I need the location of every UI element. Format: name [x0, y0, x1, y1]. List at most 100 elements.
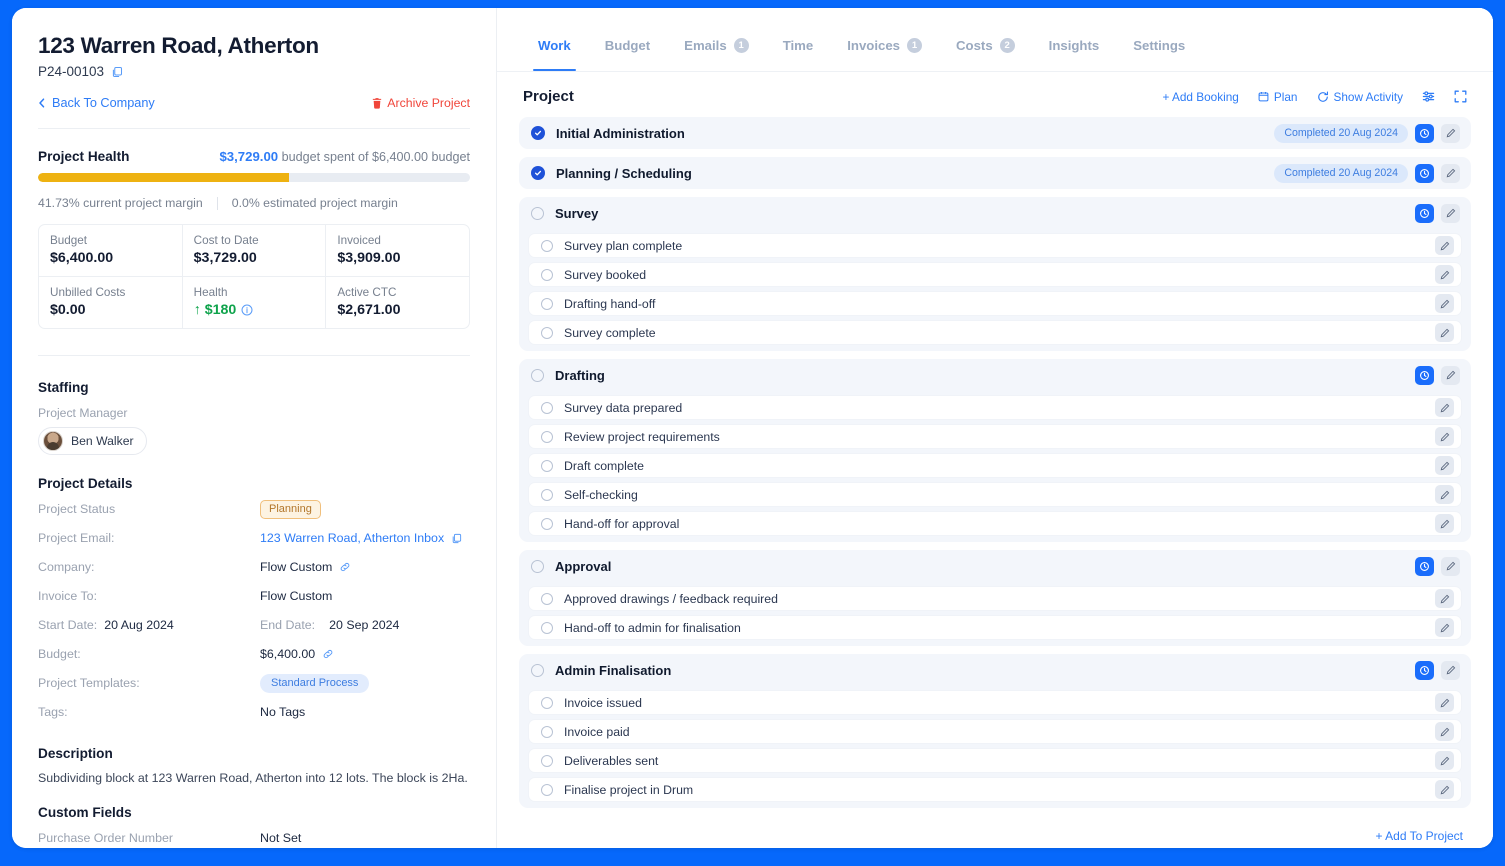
show-activity-button[interactable]: Show Activity	[1317, 90, 1403, 104]
edit-pencil-icon[interactable]	[1435, 780, 1454, 799]
task-row[interactable]: Approved drawings / feedback required	[528, 586, 1462, 611]
task-row[interactable]: Self-checking	[528, 482, 1462, 507]
tab-invoices[interactable]: Invoices 1	[830, 8, 939, 71]
checkbox-unchecked-icon[interactable]	[541, 488, 553, 501]
edit-pencil-icon[interactable]	[1441, 203, 1460, 223]
edit-pencil-icon[interactable]	[1435, 618, 1454, 637]
work-group-header[interactable]: Initial Administration Completed 20 Aug 2…	[519, 117, 1471, 149]
project-manager-chip[interactable]: Ben Walker	[38, 427, 147, 455]
collapse-icon[interactable]	[1454, 90, 1467, 103]
task-row[interactable]: Hand-off to admin for finalisation	[528, 615, 1462, 640]
edit-pencil-icon[interactable]	[1435, 398, 1454, 417]
task-row[interactable]: Drafting hand-off	[528, 291, 1462, 316]
tab-emails[interactable]: Emails 1	[667, 8, 766, 71]
tab-time[interactable]: Time	[766, 8, 831, 71]
status-badge[interactable]: Planning	[260, 499, 321, 519]
timer-icon[interactable]	[1415, 556, 1434, 576]
edit-pencil-icon[interactable]	[1435, 294, 1454, 313]
checkbox-unchecked-icon[interactable]	[541, 725, 553, 738]
checkbox-unchecked-icon[interactable]	[541, 696, 553, 709]
plan-button[interactable]: Plan	[1258, 90, 1298, 104]
sidebar-nav-row: Back To Company Archive Project	[38, 96, 470, 110]
tab-settings[interactable]: Settings	[1116, 8, 1202, 71]
edit-pencil-icon[interactable]	[1441, 163, 1460, 183]
checkbox-unchecked-icon[interactable]	[541, 592, 553, 605]
checkbox-unchecked-icon[interactable]	[541, 297, 553, 310]
edit-pencil-icon[interactable]	[1435, 323, 1454, 342]
tab-work[interactable]: Work	[521, 8, 588, 71]
link-icon[interactable]	[322, 648, 334, 660]
tab-costs[interactable]: Costs 2	[939, 8, 1032, 71]
email-value[interactable]: 123 Warren Road, Atherton Inbox	[260, 531, 462, 545]
task-row[interactable]: Draft complete	[528, 453, 1462, 478]
copy-icon[interactable]	[451, 533, 462, 544]
archive-project-button[interactable]: Archive Project	[372, 96, 470, 110]
sliders-icon[interactable]	[1422, 90, 1435, 103]
task-row[interactable]: Finalise project in Drum	[528, 777, 1462, 802]
timer-icon[interactable]	[1415, 163, 1434, 183]
checkbox-unchecked-icon[interactable]	[541, 459, 553, 472]
checkbox-unchecked-icon[interactable]	[541, 268, 553, 281]
edit-pencil-icon[interactable]	[1435, 751, 1454, 770]
checkbox-unchecked-icon[interactable]	[541, 621, 553, 634]
checkbox-unchecked-icon[interactable]	[531, 206, 544, 220]
edit-pencil-icon[interactable]	[1435, 693, 1454, 712]
task-row[interactable]: Survey data prepared	[528, 395, 1462, 420]
add-to-project-button[interactable]: + Add To Project	[519, 816, 1471, 843]
task-row[interactable]: Hand-off for approval	[528, 511, 1462, 536]
edit-pencil-icon[interactable]	[1435, 456, 1454, 475]
back-to-company-link[interactable]: Back To Company	[38, 96, 155, 110]
checkbox-unchecked-icon[interactable]	[541, 517, 553, 530]
work-group-header[interactable]: Survey	[519, 197, 1471, 229]
edit-pencil-icon[interactable]	[1435, 514, 1454, 533]
timer-icon[interactable]	[1415, 660, 1434, 680]
task-row[interactable]: Survey plan complete	[528, 233, 1462, 258]
company-value: Flow Custom	[260, 560, 333, 574]
tab-label: Settings	[1133, 38, 1186, 53]
edit-pencil-icon[interactable]	[1441, 556, 1460, 576]
copy-icon[interactable]	[111, 66, 123, 78]
work-group-header[interactable]: Drafting	[519, 359, 1471, 391]
edit-pencil-icon[interactable]	[1435, 427, 1454, 446]
edit-pencil-icon[interactable]	[1441, 123, 1460, 143]
tab-budget[interactable]: Budget	[588, 8, 667, 71]
checkbox-unchecked-icon[interactable]	[531, 368, 544, 382]
edit-pencil-icon[interactable]	[1435, 265, 1454, 284]
edit-pencil-icon[interactable]	[1435, 236, 1454, 255]
task-row[interactable]: Invoice paid	[528, 719, 1462, 744]
margin-divider	[216, 196, 218, 210]
link-icon[interactable]	[339, 561, 351, 573]
task-row[interactable]: Deliverables sent	[528, 748, 1462, 773]
checkbox-unchecked-icon[interactable]	[541, 401, 553, 414]
tab-insights[interactable]: Insights	[1032, 8, 1117, 71]
checkbox-unchecked-icon[interactable]	[531, 559, 544, 573]
work-group-header[interactable]: Approval	[519, 550, 1471, 582]
edit-pencil-icon[interactable]	[1435, 722, 1454, 741]
checkbox-unchecked-icon[interactable]	[541, 754, 553, 767]
completed-badge: Completed 20 Aug 2024	[1274, 163, 1408, 183]
timer-icon[interactable]	[1415, 365, 1434, 385]
edit-pencil-icon[interactable]	[1441, 660, 1460, 680]
info-icon[interactable]	[241, 304, 253, 316]
task-row[interactable]: Invoice issued	[528, 690, 1462, 715]
work-group-header[interactable]: Planning / Scheduling Completed 20 Aug 20…	[519, 157, 1471, 189]
checkbox-unchecked-icon[interactable]	[531, 663, 544, 677]
add-booking-button[interactable]: + Add Booking	[1162, 90, 1238, 104]
task-title: Survey plan complete	[564, 238, 683, 253]
task-row[interactable]: Review project requirements	[528, 424, 1462, 449]
timer-icon[interactable]	[1415, 123, 1434, 143]
checkbox-unchecked-icon[interactable]	[541, 430, 553, 443]
checkbox-unchecked-icon[interactable]	[541, 239, 553, 252]
checkbox-unchecked-icon[interactable]	[541, 326, 553, 339]
checkbox-checked-icon[interactable]	[531, 126, 545, 140]
template-badge[interactable]: Standard Process	[260, 673, 370, 693]
edit-pencil-icon[interactable]	[1435, 485, 1454, 504]
task-row[interactable]: Survey complete	[528, 320, 1462, 345]
work-group-header[interactable]: Admin Finalisation	[519, 654, 1471, 686]
checkbox-unchecked-icon[interactable]	[541, 783, 553, 796]
timer-icon[interactable]	[1415, 203, 1434, 223]
edit-pencil-icon[interactable]	[1435, 589, 1454, 608]
task-row[interactable]: Survey booked	[528, 262, 1462, 287]
checkbox-checked-icon[interactable]	[531, 166, 545, 180]
edit-pencil-icon[interactable]	[1441, 365, 1460, 385]
